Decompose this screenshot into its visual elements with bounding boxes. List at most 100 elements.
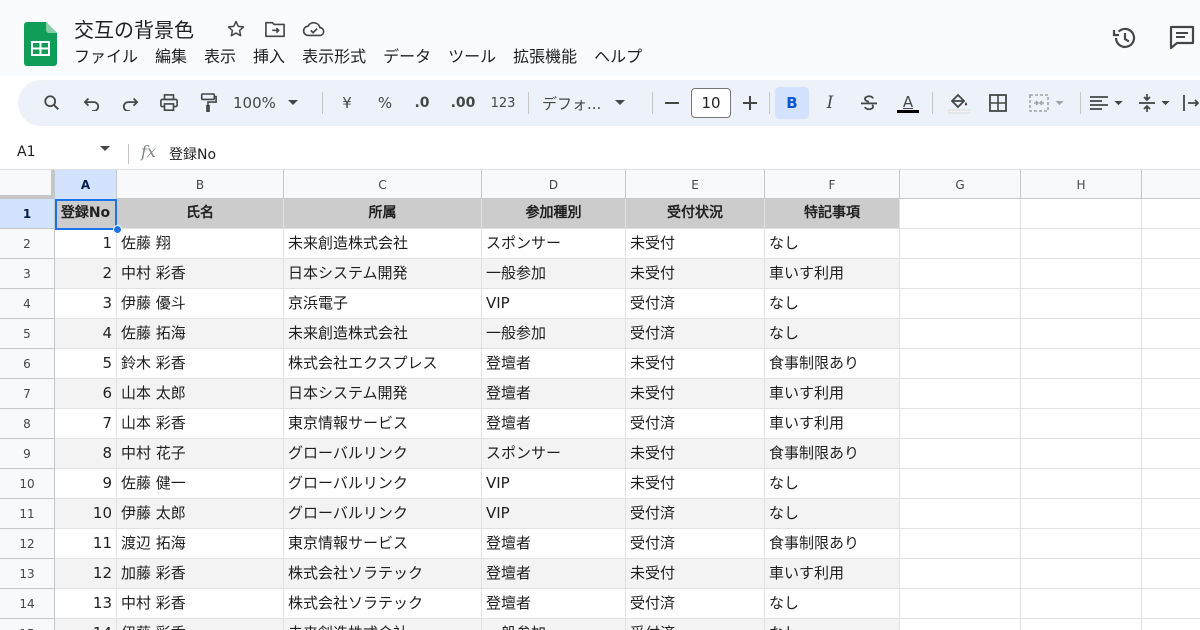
empty-cell[interactable]	[1021, 529, 1142, 559]
cell-affiliation[interactable]: 未来創造株式会社	[284, 619, 482, 630]
empty-cell[interactable]	[1142, 589, 1200, 619]
currency-format-button[interactable]: ¥	[336, 87, 358, 119]
empty-cell[interactable]	[1021, 229, 1142, 259]
cell-reg-no[interactable]: 10	[55, 499, 117, 529]
empty-cell[interactable]	[1021, 589, 1142, 619]
empty-cell[interactable]	[900, 259, 1021, 289]
row-header[interactable]: 4	[0, 289, 55, 319]
header-cell-type[interactable]: 参加種別	[482, 199, 626, 229]
cell-status[interactable]: 受付済	[626, 499, 765, 529]
borders-icon[interactable]	[984, 87, 1012, 119]
empty-cell[interactable]	[1021, 559, 1142, 589]
empty-cell[interactable]	[900, 229, 1021, 259]
cell-notes[interactable]: 車いす利用	[765, 379, 900, 409]
cell-affiliation[interactable]: グローバルリンク	[284, 469, 482, 499]
empty-cell[interactable]	[900, 319, 1021, 349]
cell-name[interactable]: 加藤 彩香	[117, 559, 284, 589]
increase-decimal-button[interactable]: .00	[446, 87, 480, 119]
cell-type[interactable]: 登壇者	[482, 529, 626, 559]
header-cell-name[interactable]: 氏名	[117, 199, 284, 229]
menu-extensions[interactable]: 拡張機能	[513, 46, 585, 70]
cell-affiliation[interactable]: 東京情報サービス	[284, 529, 482, 559]
empty-cell[interactable]	[900, 199, 1021, 229]
empty-cell[interactable]	[1021, 259, 1142, 289]
empty-cell[interactable]	[1021, 319, 1142, 349]
empty-cell[interactable]	[1142, 199, 1200, 229]
cell-reg-no[interactable]: 9	[55, 469, 117, 499]
header-cell-status[interactable]: 受付状況	[626, 199, 765, 229]
select-all-corner[interactable]	[0, 170, 55, 199]
redo-icon[interactable]	[116, 87, 144, 119]
cell-affiliation[interactable]: グローバルリンク	[284, 439, 482, 469]
row-header[interactable]: 2	[0, 229, 55, 259]
row-header[interactable]: 15	[0, 619, 55, 630]
empty-cell[interactable]	[900, 529, 1021, 559]
fill-handle[interactable]	[113, 225, 122, 234]
empty-cell[interactable]	[1142, 379, 1200, 409]
comments-icon[interactable]	[1168, 24, 1200, 52]
row-header[interactable]: 1	[0, 199, 55, 229]
cell-reg-no[interactable]: 13	[55, 589, 117, 619]
cell-status[interactable]: 未受付	[626, 469, 765, 499]
cell-status[interactable]: 受付済	[626, 409, 765, 439]
cell-type[interactable]: スポンサー	[482, 439, 626, 469]
empty-cell[interactable]	[1142, 319, 1200, 349]
cell-status[interactable]: 未受付	[626, 229, 765, 259]
column-header-c[interactable]: C	[284, 170, 482, 199]
undo-icon[interactable]	[78, 87, 106, 119]
chevron-down-icon[interactable]	[100, 146, 110, 152]
header-cell-reg-no[interactable]: 登録No	[55, 199, 117, 229]
menu-edit[interactable]: 編集	[155, 46, 195, 70]
cell-status[interactable]: 受付済	[626, 319, 765, 349]
header-cell-affiliation[interactable]: 所属	[284, 199, 482, 229]
cell-status[interactable]: 受付済	[626, 529, 765, 559]
zoom-select[interactable]: 100%	[233, 87, 313, 119]
row-header[interactable]: 10	[0, 469, 55, 499]
menu-tools[interactable]: ツール	[448, 46, 504, 70]
increase-font-size-button[interactable]	[739, 87, 761, 119]
empty-cell[interactable]	[1021, 619, 1142, 630]
column-header-g[interactable]: G	[900, 170, 1021, 199]
cell-type[interactable]: VIP	[482, 289, 626, 319]
empty-cell[interactable]	[900, 619, 1021, 630]
cell-notes[interactable]: 車いす利用	[765, 259, 900, 289]
cell-name[interactable]: 鈴木 彩香	[117, 349, 284, 379]
cell-notes[interactable]: 食事制限あり	[765, 349, 900, 379]
menu-file[interactable]: ファイル	[74, 46, 146, 70]
font-select[interactable]: デフォ...	[542, 87, 638, 119]
spreadsheet-grid[interactable]: A B C D E F G H 1 登録No 氏名 所属 参加種別 受付状況 特…	[0, 170, 1200, 630]
menu-data[interactable]: データ	[383, 46, 439, 70]
cell-notes[interactable]: 車いす利用	[765, 559, 900, 589]
vertical-align-icon[interactable]	[1134, 87, 1174, 119]
font-size-input[interactable]: 10	[691, 88, 731, 118]
cell-name[interactable]: 中村 彩香	[117, 259, 284, 289]
cell-status[interactable]: 受付済	[626, 619, 765, 630]
cell-notes[interactable]: なし	[765, 619, 900, 630]
row-header[interactable]: 9	[0, 439, 55, 469]
cell-notes[interactable]: 食事制限あり	[765, 529, 900, 559]
cell-reg-no[interactable]: 1	[55, 229, 117, 259]
name-box[interactable]: A1	[17, 144, 35, 160]
cell-type[interactable]: VIP	[482, 469, 626, 499]
fill-color-icon[interactable]	[945, 87, 973, 119]
cell-status[interactable]: 未受付	[626, 379, 765, 409]
cell-affiliation[interactable]: 株式会社エクスプレス	[284, 349, 482, 379]
empty-cell[interactable]	[900, 439, 1021, 469]
sheets-logo-icon[interactable]	[24, 22, 57, 66]
row-header[interactable]: 13	[0, 559, 55, 589]
empty-cell[interactable]	[900, 499, 1021, 529]
cell-affiliation[interactable]: グローバルリンク	[284, 499, 482, 529]
cell-name[interactable]: 佐藤 健一	[117, 469, 284, 499]
cell-notes[interactable]: なし	[765, 499, 900, 529]
cell-reg-no[interactable]: 2	[55, 259, 117, 289]
empty-cell[interactable]	[900, 469, 1021, 499]
cell-affiliation[interactable]: 株式会社ソラテック	[284, 589, 482, 619]
cell-name[interactable]: 山本 太郎	[117, 379, 284, 409]
empty-cell[interactable]	[1142, 439, 1200, 469]
cell-status[interactable]: 受付済	[626, 289, 765, 319]
empty-cell[interactable]	[1021, 499, 1142, 529]
menu-insert[interactable]: 挿入	[253, 46, 293, 70]
cell-type[interactable]: スポンサー	[482, 229, 626, 259]
italic-button[interactable]: I	[818, 87, 842, 119]
cell-notes[interactable]: なし	[765, 229, 900, 259]
